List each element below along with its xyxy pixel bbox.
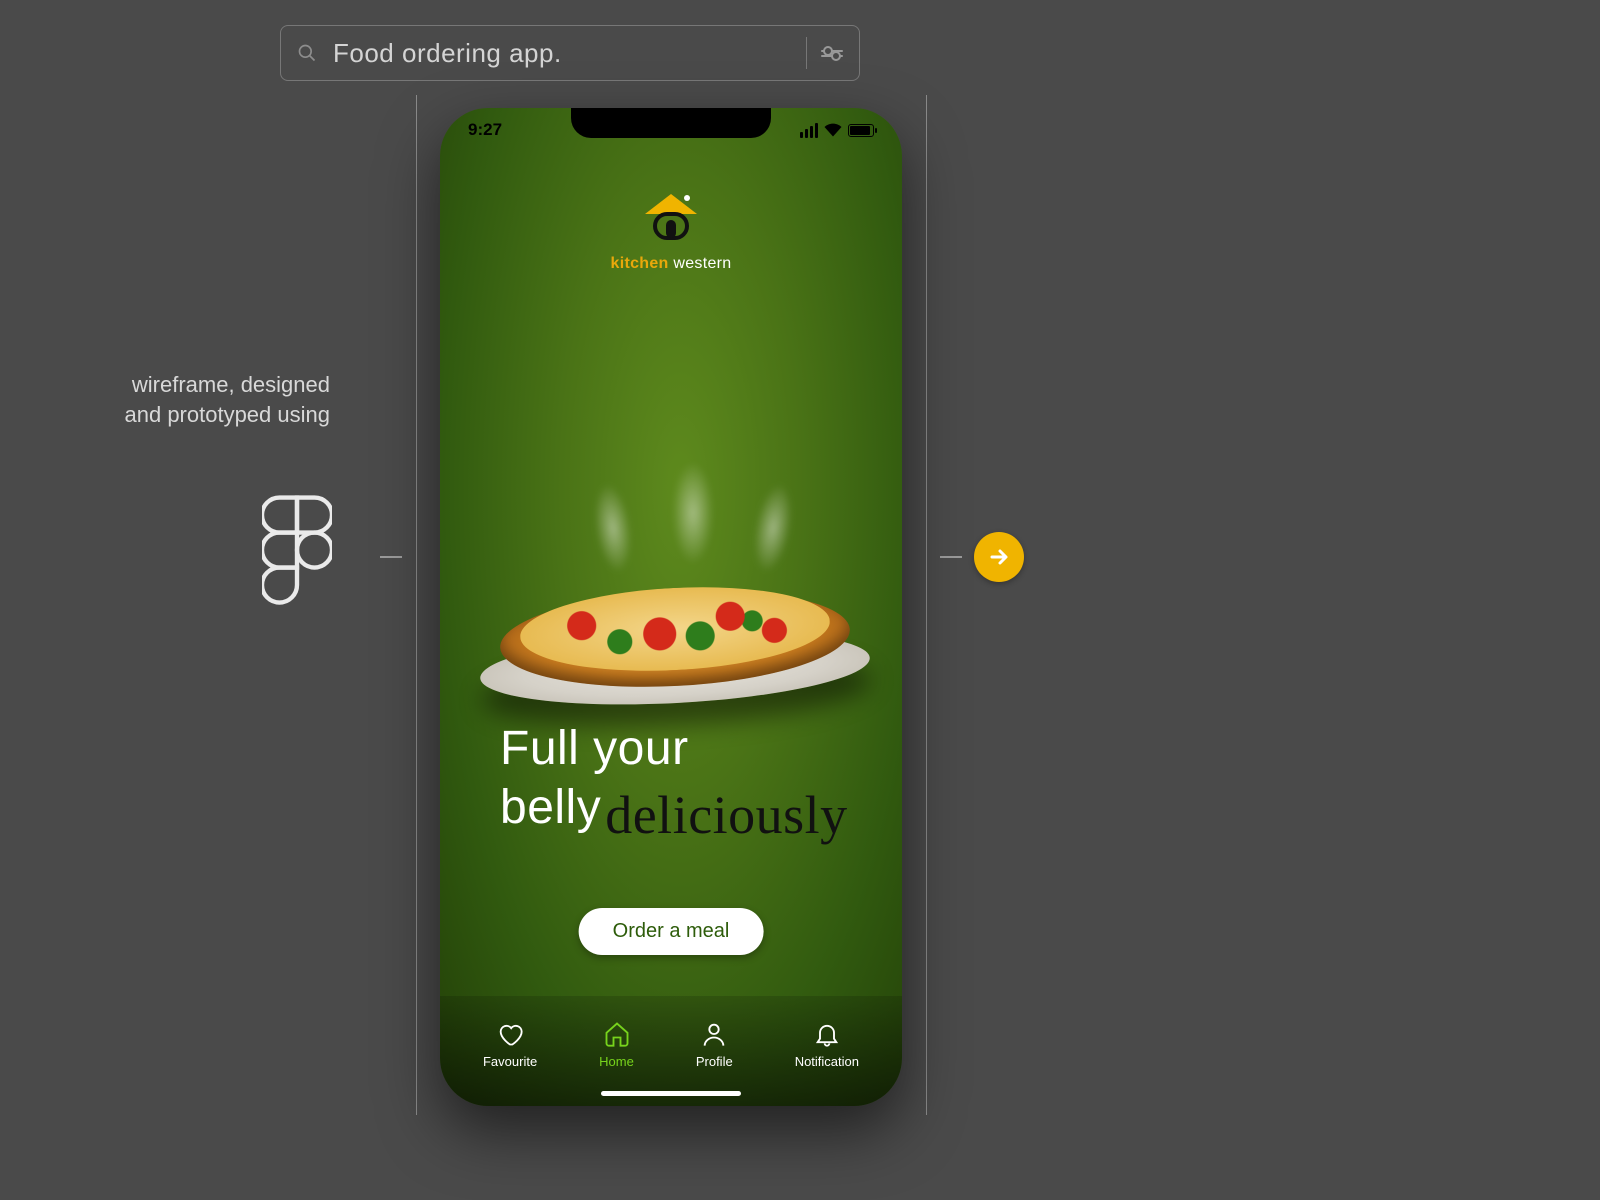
search-input-text[interactable]: Food ordering app. <box>333 38 792 69</box>
order-button[interactable]: Order a meal <box>579 908 764 955</box>
filter-icon[interactable] <box>821 42 843 64</box>
brand-name-rest: western <box>669 255 732 272</box>
caption-text: wireframe, designed and prototyped using <box>110 370 330 429</box>
figma-icon <box>262 495 332 605</box>
home-indicator <box>601 1091 741 1096</box>
brand-name-strong: kitchen <box>611 255 669 272</box>
divider <box>806 37 807 69</box>
nav-label: Home <box>599 1054 634 1069</box>
heart-icon <box>495 1020 525 1048</box>
nav-notification[interactable]: Notification <box>795 1020 859 1069</box>
guide-line <box>926 95 927 1115</box>
user-icon <box>699 1020 729 1048</box>
headline-line2: belly <box>500 781 601 834</box>
headline: Full your bellydeliciously <box>500 723 848 835</box>
next-button[interactable] <box>974 532 1024 582</box>
phone-mock: 9:27 kitchen western Full your bellydeli… <box>440 108 902 1106</box>
nav-favourite[interactable]: Favourite <box>483 1020 537 1069</box>
nav-home[interactable]: Home <box>599 1020 634 1069</box>
hero-image-pizza <box>485 538 875 708</box>
phone-notch <box>571 108 771 138</box>
dash <box>940 556 962 558</box>
guide-line <box>416 95 417 1115</box>
headline-line1: Full your <box>500 723 848 776</box>
dash <box>380 556 402 558</box>
arrow-right-icon <box>987 545 1011 569</box>
brand-logo: kitchen western <box>440 190 902 273</box>
nav-label: Notification <box>795 1054 859 1069</box>
search-bar[interactable]: Food ordering app. <box>280 25 860 81</box>
wifi-icon <box>824 123 842 137</box>
search-icon <box>297 43 317 63</box>
home-icon <box>602 1020 632 1048</box>
signal-icon <box>800 123 818 138</box>
nav-profile[interactable]: Profile <box>696 1020 733 1069</box>
bell-icon <box>812 1020 842 1048</box>
bottom-nav: Favourite Home Profile Notification <box>440 996 902 1106</box>
status-time: 9:27 <box>468 120 502 140</box>
house-icon <box>639 190 703 244</box>
nav-label: Profile <box>696 1054 733 1069</box>
nav-label: Favourite <box>483 1054 537 1069</box>
battery-icon <box>848 124 874 137</box>
headline-script: deliciously <box>605 786 847 845</box>
